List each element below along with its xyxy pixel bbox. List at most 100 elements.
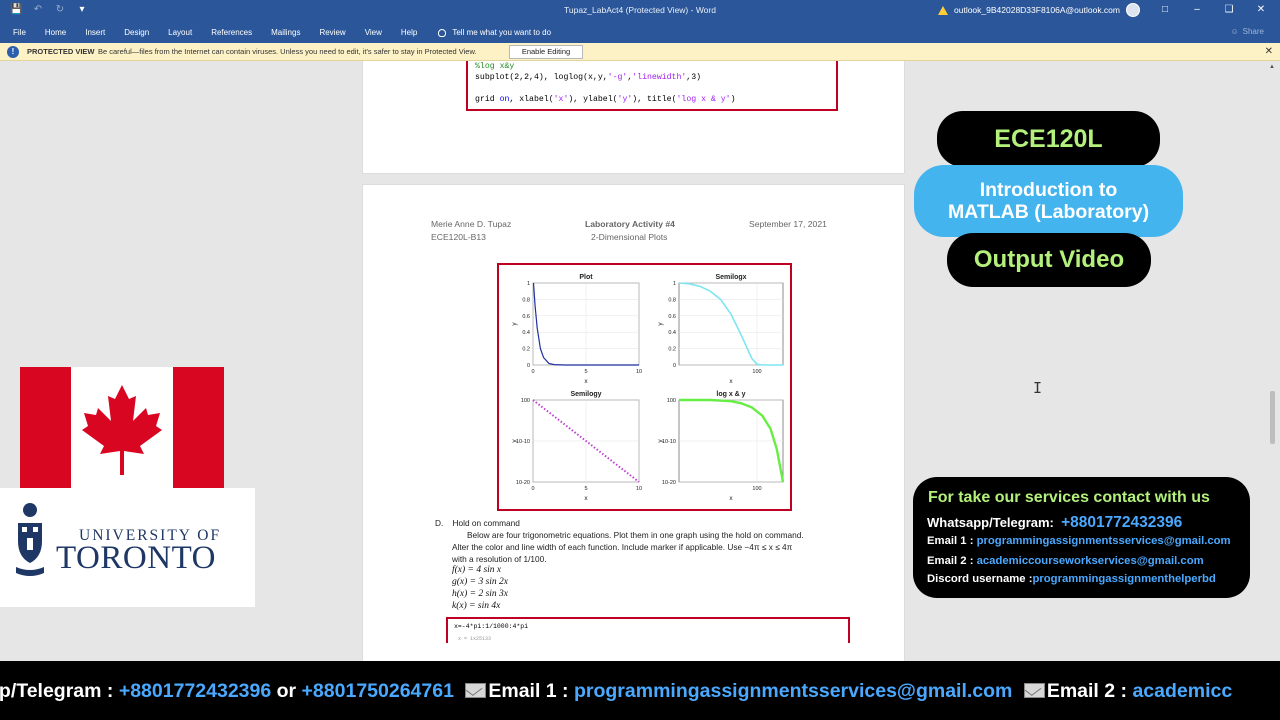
y-tick-label: 0: [527, 363, 530, 369]
header-date: September 17, 2021: [749, 219, 827, 229]
equation-g: g(x) = 3 sin 2x: [452, 577, 509, 587]
y-tick-label: 1: [673, 281, 676, 287]
close-icon[interactable]: ✕: [1254, 3, 1268, 17]
matlab-figure: Plot x y 0 0.2 0.4 0.6 0.8 1 0 5 10 Semilogx x y 0 0.2 0.…: [497, 263, 792, 511]
y-tick-label: 0.8: [668, 297, 676, 303]
course-name-badge: Introduction to MATLAB (Laboratory): [914, 165, 1183, 237]
subplot-title: Semilogy: [570, 391, 601, 398]
toronto-text: TORONTO: [56, 540, 216, 576]
y-tick-label: 0.4: [522, 330, 530, 336]
x-tick-label: 0: [531, 486, 534, 492]
y-tick-label: 0.8: [522, 297, 530, 303]
tab-insert[interactable]: Insert: [85, 28, 105, 37]
axes-frame: [678, 282, 784, 366]
canada-flag: [20, 367, 224, 489]
contact-discord: Discord username :programmingassignmenth…: [927, 573, 1216, 585]
contact-whatsapp: Whatsapp/Telegram: +8801772432396: [927, 514, 1183, 531]
lightbulb-icon: [438, 28, 447, 37]
close-bar-icon[interactable]: ✕: [1265, 46, 1273, 57]
crest-icon: [16, 503, 44, 576]
code-block: %log x&y subplot(2,2,4), loglog(x,y,'-g'…: [466, 61, 838, 111]
y-tick-label: 0: [673, 363, 676, 369]
subplot-title: Semilogx: [715, 274, 746, 281]
tab-review[interactable]: Review: [319, 28, 345, 37]
y-tick-label: 0.6: [668, 314, 676, 320]
share-label: Share: [1242, 27, 1264, 36]
header-activity: Laboratory Activity #4: [585, 219, 675, 229]
y-tick-label: 100: [667, 398, 676, 404]
protected-view-bar: ! PROTECTED VIEW Be careful—files from t…: [0, 43, 1280, 61]
tab-design[interactable]: Design: [124, 28, 149, 37]
tab-help[interactable]: Help: [401, 28, 417, 37]
x-tick-label: 5: [584, 486, 587, 492]
tab-view[interactable]: View: [365, 28, 382, 37]
subplot-title: log x & y: [716, 391, 745, 398]
equation-h: h(x) = 2 sin 3x: [452, 589, 509, 599]
tab-home[interactable]: Home: [45, 28, 66, 37]
shield-icon: !: [7, 46, 19, 58]
y-tick-label: 10-10: [516, 439, 530, 445]
minimize-icon[interactable]: –: [1190, 3, 1204, 17]
y-tick-label: 10-20: [662, 480, 676, 486]
person-icon: ☺: [1230, 27, 1239, 36]
envelope-icon: [1023, 683, 1045, 698]
x-tick-label: 10: [636, 486, 642, 492]
envelope-icon: [465, 683, 487, 698]
y-tick-label: 0.6: [522, 314, 530, 320]
tab-file[interactable]: File: [13, 28, 26, 37]
scroll-up-icon[interactable]: ▲: [1269, 64, 1275, 70]
y-tick-label: 0.2: [668, 347, 676, 353]
account-email: outlook_9B42028D33F8106A@outlook.com: [954, 5, 1120, 15]
y-tick-label: 1: [527, 281, 530, 287]
tell-me-search[interactable]: Tell me what you want to do: [438, 28, 551, 37]
scroll-thumb[interactable]: [1270, 391, 1275, 444]
enable-editing-button[interactable]: Enable Editing: [509, 45, 583, 59]
protected-view-message: Be careful—files from the Internet can c…: [98, 47, 477, 56]
maple-leaf-icon: [82, 385, 162, 475]
tell-me-label: Tell me what you want to do: [452, 28, 552, 37]
code-block: x=-4*pi:1/1000:4*pi x = 1x25133: [446, 617, 850, 643]
header-topic: 2-Dimensional Plots: [591, 232, 668, 242]
vertical-scrollbar[interactable]: ▲: [1268, 61, 1278, 661]
scrolling-ticker: pp/Telegram : +8801772432396 or +8801750…: [0, 661, 1280, 720]
y-tick-label: 100: [521, 398, 530, 404]
y-tick-label: 10-10: [662, 439, 676, 445]
document-page: Merie Anne D. Tupaz ECE120L-B13 Laborato…: [362, 184, 905, 664]
tab-references[interactable]: References: [211, 28, 252, 37]
x-axis-label: x: [584, 378, 588, 385]
share-button[interactable]: ☺ Share: [1230, 27, 1264, 36]
x-axis-label: x: [729, 495, 733, 502]
contact-email-1: Email 1 : programmingassignmentsservices…: [927, 535, 1231, 547]
paragraph-line: with a resolution of 1/100.: [452, 554, 547, 564]
contact-title: For take our services contact with us: [928, 489, 1210, 506]
x-tick-label: 10: [636, 369, 642, 375]
y-tick-label: 0.2: [522, 347, 530, 353]
university-logo: UNIVERSITY OF TORONTO: [0, 488, 255, 607]
title-bar: 💾 ↶ ↻ ▾ Tupaz_LabAct4 (Protected View) -…: [0, 0, 1280, 21]
tab-layout[interactable]: Layout: [168, 28, 192, 37]
code-line: subplot(2,2,4), loglog(x,y,'-g','linewid…: [475, 73, 702, 82]
ribbon-display-options-icon[interactable]: □: [1158, 3, 1172, 17]
code-line: grid on, xlabel('x'), ylabel('y'), title…: [475, 95, 736, 104]
x-axis-label: x: [584, 495, 588, 502]
maximize-icon[interactable]: ❏: [1222, 3, 1236, 17]
code-line: x=-4*pi:1/1000:4*pi: [454, 623, 529, 630]
x-tick-label: 0: [531, 369, 534, 375]
protected-view-label: PROTECTED VIEW: [27, 47, 95, 56]
avatar[interactable]: [1126, 3, 1140, 17]
y-axis-label: y: [511, 322, 518, 326]
course-name-line: Introduction to: [979, 179, 1118, 201]
ribbon-tabs: File Home Insert Design Layout Reference…: [0, 21, 1280, 43]
account-area[interactable]: outlook_9B42028D33F8106A@outlook.com: [938, 3, 1140, 17]
code-output: x = 1x25133: [458, 636, 492, 642]
x-tick-label: 100: [752, 369, 761, 375]
tab-mailings[interactable]: Mailings: [271, 28, 300, 37]
subplot-title: Plot: [579, 274, 593, 281]
course-code-badge: ECE120L: [937, 111, 1160, 167]
output-video-badge: Output Video: [947, 233, 1151, 287]
y-tick-label: 0.4: [668, 330, 676, 336]
contact-email-2: Email 2 : academiccourseworkservices@gma…: [927, 555, 1204, 567]
section-d-heading: D. Hold on command: [435, 518, 520, 528]
course-name-line: MATLAB (Laboratory): [947, 201, 1150, 223]
